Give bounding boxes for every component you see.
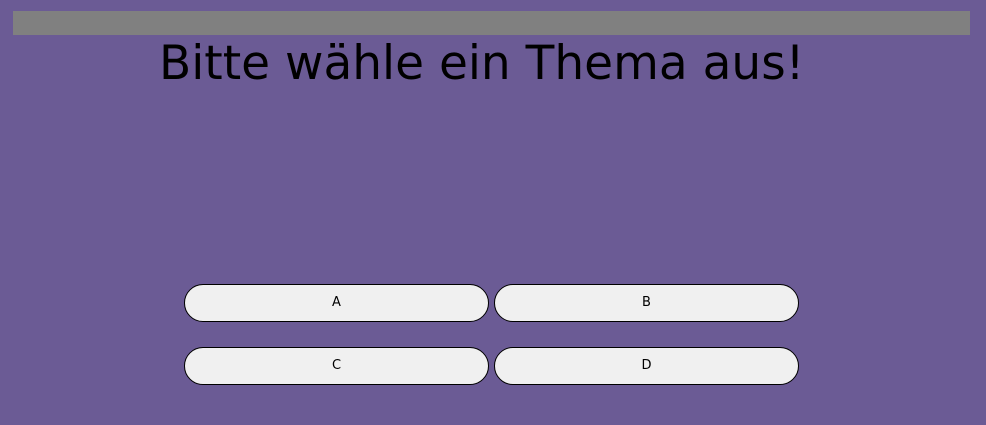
topic-option-c-button[interactable]: C	[184, 347, 489, 385]
topic-option-a-button[interactable]: A	[184, 284, 489, 322]
topic-options: A B C D	[184, 284, 799, 385]
top-bar	[13, 11, 970, 35]
topic-option-d-button[interactable]: D	[494, 347, 799, 385]
page-title: Bitte wähle ein Thema aus!	[159, 36, 805, 91]
topic-option-b-button[interactable]: B	[494, 284, 799, 322]
